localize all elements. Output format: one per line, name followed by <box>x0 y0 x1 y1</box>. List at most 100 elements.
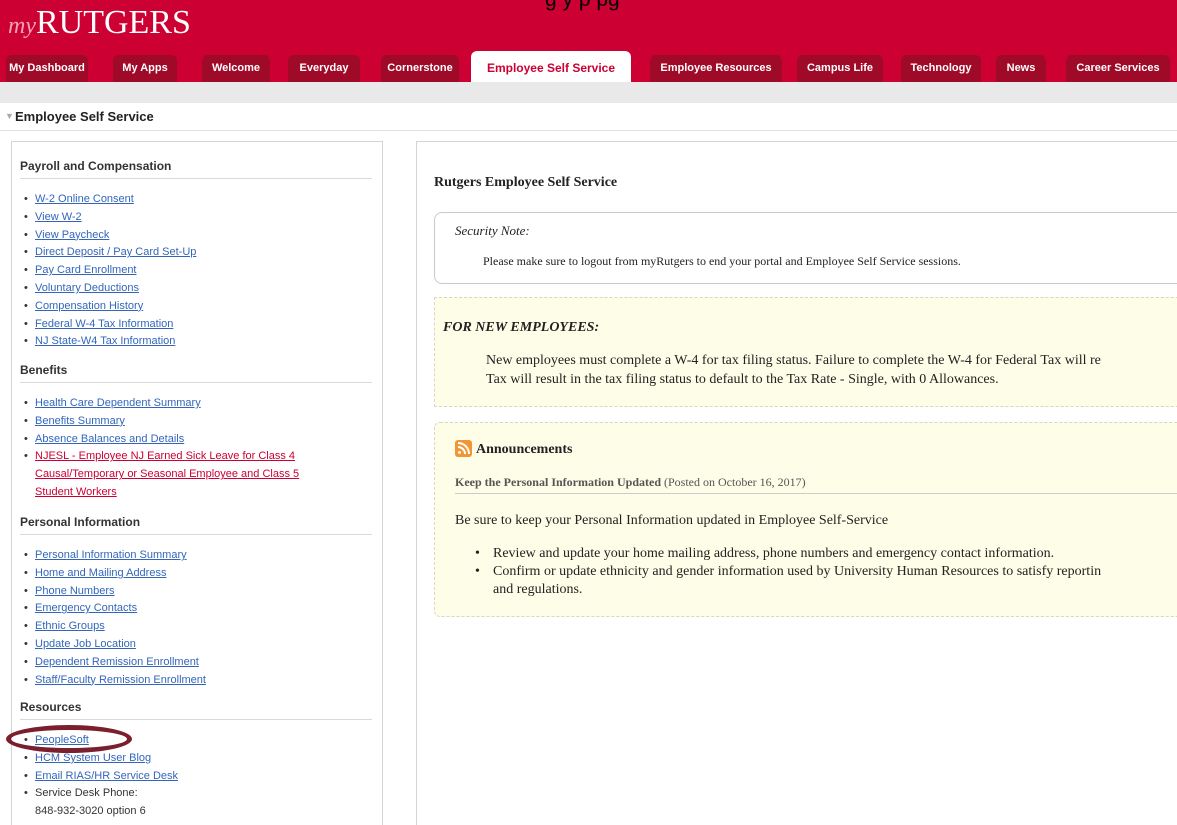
personal-info-group: Personal Information Personal Informatio… <box>20 515 372 689</box>
link-phone-numbers[interactable]: Phone Numbers <box>35 585 115 597</box>
list-item: Emergency Contacts <box>20 600 372 618</box>
link-emergency-contacts[interactable]: Emergency Contacts <box>35 602 137 614</box>
list-item: Voluntary Deductions <box>20 280 372 298</box>
logo-rutgers: RUTGERS <box>35 4 191 41</box>
link-email-rias-hr[interactable]: Email RIAS/HR Service Desk <box>35 770 178 782</box>
section-title-bar: ▼ Employee Self Service <box>0 103 1177 131</box>
list-item: Pay Card Enrollment <box>20 262 372 280</box>
njesl-line-1: NJESL - Employee NJ Earned Sick Leave fo… <box>35 450 296 463</box>
logo-my: my <box>8 13 36 39</box>
service-desk-phone-number: 848-932-3020 option 6 <box>35 805 146 818</box>
benefits-links: Health Care Dependent Summary Benefits S… <box>20 395 372 502</box>
tab-my-dashboard[interactable]: My Dashboard <box>6 55 88 82</box>
section-title: Employee Self Service <box>15 109 154 124</box>
collapse-triangle-icon[interactable]: ▼ <box>5 111 14 121</box>
new-employees-line-1: New employees must complete a W-4 for ta… <box>486 353 1101 368</box>
tab-everyday[interactable]: Everyday <box>288 55 360 82</box>
link-benefits-summary[interactable]: Benefits Summary <box>35 415 125 427</box>
security-note-label: Security Note: <box>455 223 530 238</box>
benefits-group: Benefits Health Care Dependent Summary B… <box>20 363 372 502</box>
resources-group: Resources PeopleSoft HCM System User Blo… <box>20 700 372 821</box>
list-item: Email RIAS/HR Service Desk <box>20 768 372 786</box>
announcement-bullet-2: Confirm or update ethnicity and gender i… <box>493 564 1102 579</box>
link-view-w2[interactable]: View W-2 <box>35 211 82 223</box>
njesl-line-2: Causal/Temporary or Seasonal Employee an… <box>35 468 300 481</box>
njesl-line-3: Student Workers <box>35 485 117 498</box>
main-content-panel: Rutgers Employee Self Service Security N… <box>416 141 1177 825</box>
link-hcm-system-user-blog[interactable]: HCM System User Blog <box>35 752 151 764</box>
service-desk-phone-label: Service Desk Phone: <box>35 787 138 800</box>
link-personal-information-summary[interactable]: Personal Information Summary <box>35 549 187 561</box>
tab-cornerstone[interactable]: Cornerstone <box>381 55 459 82</box>
list-item: Compensation History <box>20 298 372 316</box>
link-federal-w4[interactable]: Federal W-4 Tax Information <box>35 318 173 330</box>
resources-group-title: Resources <box>20 700 372 720</box>
rss-feed-icon[interactable] <box>455 440 472 457</box>
list-item: Personal Information Summary <box>20 547 372 565</box>
highlight-circle-annotation <box>6 725 132 753</box>
list-item: Benefits Summary <box>20 413 372 431</box>
list-item: Staff/Faculty Remission Enrollment <box>20 672 372 690</box>
link-pay-card-enrollment[interactable]: Pay Card Enrollment <box>35 264 137 276</box>
list-item: NJESL - Employee NJ Earned Sick Leave fo… <box>20 448 372 501</box>
myrutgers-logo[interactable]: myRUTGERS <box>8 4 191 42</box>
list-item: NJ State-W4 Tax Information <box>20 333 372 351</box>
link-update-job-location[interactable]: Update Job Location <box>35 638 136 650</box>
security-note-message: Please make sure to logout from myRutger… <box>483 254 961 268</box>
benefits-group-title: Benefits <box>20 363 372 383</box>
link-compensation-history[interactable]: Compensation History <box>35 300 143 312</box>
link-w2-online-consent[interactable]: W-2 Online Consent <box>35 193 134 205</box>
payroll-links: W-2 Online Consent View W-2 View Paychec… <box>20 191 372 351</box>
list-item: Home and Mailing Address <box>20 565 372 583</box>
announcement-item-title: Keep the Personal Information Updated <box>455 475 661 489</box>
tab-technology[interactable]: Technology <box>901 55 981 82</box>
divider <box>455 493 1177 494</box>
tab-employee-self-service[interactable]: Employee Self Service <box>471 51 631 82</box>
list-item: Absence Balances and Details <box>20 431 372 449</box>
page-title: Rutgers Employee Self Service <box>434 175 618 190</box>
list-item: W-2 Online Consent <box>20 191 372 209</box>
list-item: View Paycheck <box>20 227 372 245</box>
list-item: View W-2 <box>20 209 372 227</box>
link-home-mailing-address[interactable]: Home and Mailing Address <box>35 567 166 579</box>
tab-news[interactable]: News <box>996 55 1046 82</box>
payroll-group: Payroll and Compensation W-2 Online Cons… <box>20 159 372 351</box>
personal-info-group-title: Personal Information <box>20 515 372 535</box>
announcement-bullet-1: Review and update your home mailing addr… <box>493 546 1055 561</box>
link-absence-balances[interactable]: Absence Balances and Details <box>35 433 184 445</box>
list-item: Health Care Dependent Summary <box>20 395 372 413</box>
security-note-box: Security Note: Please make sure to logou… <box>434 212 1177 284</box>
link-voluntary-deductions[interactable]: Voluntary Deductions <box>35 282 139 294</box>
list-item: Update Job Location <box>20 636 372 654</box>
announcements-box: Announcements Keep the Personal Informat… <box>434 422 1177 617</box>
tab-welcome[interactable]: Welcome <box>202 55 270 82</box>
new-employees-notice: FOR NEW EMPLOYEES: New employees must co… <box>434 297 1177 407</box>
new-employees-line-2: Tax will result in the tax filing status… <box>486 372 999 387</box>
new-employees-label: FOR NEW EMPLOYEES: <box>443 320 600 335</box>
link-direct-deposit[interactable]: Direct Deposit / Pay Card Set-Up <box>35 246 196 258</box>
announcement-posted-date: (Posted on October 16, 2017) <box>664 475 806 489</box>
tab-employee-resources[interactable]: Employee Resources <box>650 55 782 82</box>
portal-tab-bar: My Dashboard My Apps Welcome Everyday Co… <box>0 51 1177 82</box>
list-item: Confirm or update ethnicity and gender i… <box>475 563 1177 599</box>
list-item: Service Desk Phone: 848-932-3020 option 6 <box>20 785 372 821</box>
link-ethnic-groups[interactable]: Ethnic Groups <box>35 620 105 632</box>
link-health-care-dependent-summary[interactable]: Health Care Dependent Summary <box>35 397 201 409</box>
announcement-body: Be sure to keep your Personal Informatio… <box>455 513 889 528</box>
tab-career-services[interactable]: Career Services <box>1066 55 1170 82</box>
announcement-bullet-2-cont: and regulations. <box>493 582 583 597</box>
payroll-group-title: Payroll and Compensation <box>20 159 372 179</box>
tab-my-apps[interactable]: My Apps <box>113 55 177 82</box>
link-dependent-remission[interactable]: Dependent Remission Enrollment <box>35 656 199 668</box>
link-view-paycheck[interactable]: View Paycheck <box>35 229 109 241</box>
link-njesl[interactable]: NJESL - Employee NJ Earned Sick Leave fo… <box>35 450 299 498</box>
sub-header-strip <box>0 82 1177 103</box>
link-nj-state-w4[interactable]: NJ State-W4 Tax Information <box>35 335 175 347</box>
list-item: Dependent Remission Enrollment <box>20 654 372 672</box>
list-item: Review and update your home mailing addr… <box>475 545 1177 563</box>
link-staff-faculty-remission[interactable]: Staff/Faculty Remission Enrollment <box>35 674 206 686</box>
tab-campus-life[interactable]: Campus Life <box>797 55 883 82</box>
personal-info-links: Personal Information Summary Home and Ma… <box>20 547 372 689</box>
list-item: Direct Deposit / Pay Card Set-Up <box>20 244 372 262</box>
left-navigation-panel: Payroll and Compensation W-2 Online Cons… <box>11 141 383 825</box>
